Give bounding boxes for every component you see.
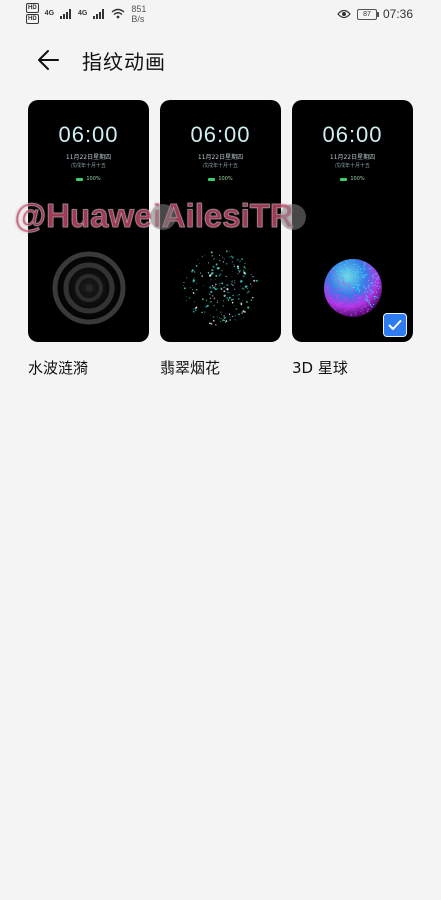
planet-animation-preview bbox=[323, 259, 382, 317]
option-card-fireworks[interactable]: 06:00 11月22日星期四 戊戌年十月十五 100% bbox=[160, 100, 281, 342]
status-left: HD HD 4G 4G 851 B/s bbox=[26, 3, 146, 24]
preview-charge-label: 100% bbox=[350, 176, 365, 182]
back-arrow-icon bbox=[38, 50, 59, 70]
signal-icon bbox=[60, 8, 72, 19]
clock: 07:36 bbox=[382, 7, 413, 21]
preview-date: 11月22日星期四 bbox=[65, 154, 112, 161]
status-bar: HD HD 4G 4G 851 B/s 87 07:36 bbox=[0, 0, 441, 28]
network-speed: 851 bbox=[131, 3, 147, 14]
preview-lunar-date: 戊戌年十月十五 bbox=[70, 163, 106, 169]
eye-icon bbox=[337, 9, 351, 19]
network-type: 4G bbox=[44, 10, 55, 17]
check-icon bbox=[388, 320, 402, 330]
hd-badge: HD bbox=[26, 14, 39, 24]
battery-icon bbox=[208, 177, 216, 181]
preview-lunar-date: 戊戌年十月十五 bbox=[334, 163, 370, 169]
battery-icon: 87 bbox=[356, 8, 379, 20]
option-card-planet[interactable]: 06:00 11月22日星期四 戊戌年十月十五 100% bbox=[292, 100, 413, 342]
battery-icon bbox=[340, 177, 348, 181]
page-title: 指纹动画 bbox=[82, 50, 166, 74]
status-right: 87 07:36 bbox=[337, 7, 413, 21]
option-card-ripple[interactable]: 06:00 11月22日星期四 戊戌年十月十五 100% bbox=[28, 100, 149, 342]
preview-time: 06:00 bbox=[322, 122, 383, 147]
preview-charge-label: 100% bbox=[218, 176, 233, 182]
preview-charge: 100% bbox=[160, 176, 281, 182]
preview-time: 06:00 bbox=[190, 122, 251, 147]
option-label-fireworks[interactable]: 翡翠烟花 bbox=[160, 357, 220, 378]
preview-charge: 100% bbox=[292, 176, 413, 182]
preview-lunar-date: 戊戌年十月十五 bbox=[202, 163, 238, 169]
selected-checkbox[interactable] bbox=[383, 313, 407, 337]
network-speed-unit: B/s bbox=[131, 13, 145, 24]
preview-charge-label: 100% bbox=[86, 176, 101, 182]
signal-icon bbox=[93, 8, 105, 19]
preview-time: 06:00 bbox=[58, 122, 119, 147]
wifi-icon bbox=[111, 8, 125, 19]
preview-date: 11月22日星期四 bbox=[329, 154, 376, 161]
preview-date: 11月22日星期四 bbox=[197, 154, 244, 161]
fireworks-animation-preview bbox=[182, 250, 258, 326]
option-label-planet[interactable]: 3D 星球 bbox=[292, 357, 348, 378]
option-label-ripple[interactable]: 水波涟漪 bbox=[28, 357, 88, 378]
network-type: 4G bbox=[78, 10, 88, 17]
battery-icon bbox=[76, 177, 84, 181]
back-button[interactable] bbox=[34, 46, 64, 74]
app-header: 指纹动画 bbox=[0, 38, 441, 82]
preview-charge: 100% bbox=[28, 176, 149, 182]
ripple-animation-preview bbox=[52, 251, 125, 325]
hd-badge: HD bbox=[26, 3, 39, 13]
